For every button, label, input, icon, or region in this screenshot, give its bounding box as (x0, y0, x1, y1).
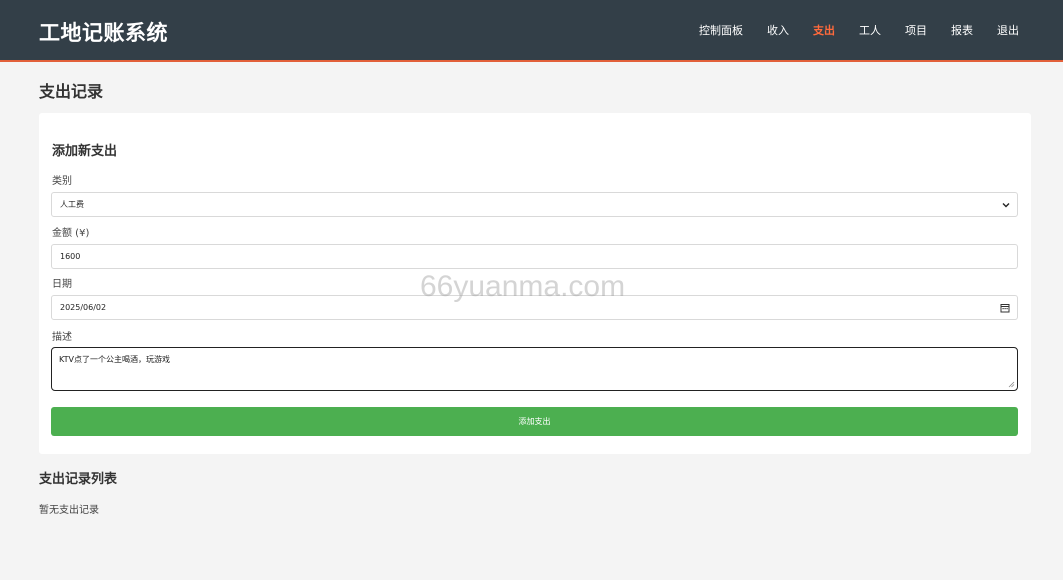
nav-item-expense[interactable]: 支出 (813, 22, 835, 38)
add-expense-card: 添加新支出 类别 人工费 金额 (¥) 1600 日期 2025/06/02 描… (39, 113, 1031, 454)
empty-list-message: 暂无支出记录 (39, 505, 99, 516)
app-brand: 工地记账系统 (39, 21, 168, 45)
nav-item-workers[interactable]: 工人 (859, 22, 881, 38)
resize-grip-icon[interactable] (1008, 381, 1015, 388)
top-navbar: 工地记账系统 控制面板 收入 支出 工人 项目 报表 退出 (0, 0, 1063, 62)
expense-list-title: 支出记录列表 (39, 472, 118, 487)
add-expense-button[interactable]: 添加支出 (51, 407, 1018, 436)
description-value: KTV点了一个公主喝酒，玩游戏 (59, 355, 170, 364)
date-field[interactable]: 2025/06/02 (51, 295, 1018, 320)
category-select[interactable]: 人工费 (51, 192, 1018, 217)
description-label: 描述 (52, 332, 72, 343)
date-value: 2025/06/02 (60, 303, 107, 312)
calendar-icon[interactable] (1000, 303, 1010, 313)
chevron-down-icon (1002, 203, 1010, 208)
nav-item-income[interactable]: 收入 (767, 22, 789, 38)
category-value: 人工费 (60, 200, 84, 209)
category-label: 类别 (52, 176, 72, 187)
amount-field[interactable]: 1600 (51, 244, 1018, 269)
main-nav: 控制面板 收入 支出 工人 项目 报表 退出 (675, 22, 1019, 38)
nav-item-reports[interactable]: 报表 (951, 22, 973, 38)
date-label: 日期 (52, 279, 72, 290)
nav-item-dashboard[interactable]: 控制面板 (699, 22, 743, 38)
nav-item-projects[interactable]: 项目 (905, 22, 927, 38)
amount-value: 1600 (60, 252, 81, 261)
form-title: 添加新支出 (52, 144, 118, 159)
page-title: 支出记录 (39, 82, 104, 101)
amount-label: 金额 (¥) (52, 228, 90, 239)
description-textarea[interactable]: KTV点了一个公主喝酒，玩游戏 (51, 347, 1018, 391)
nav-item-logout[interactable]: 退出 (997, 22, 1019, 38)
